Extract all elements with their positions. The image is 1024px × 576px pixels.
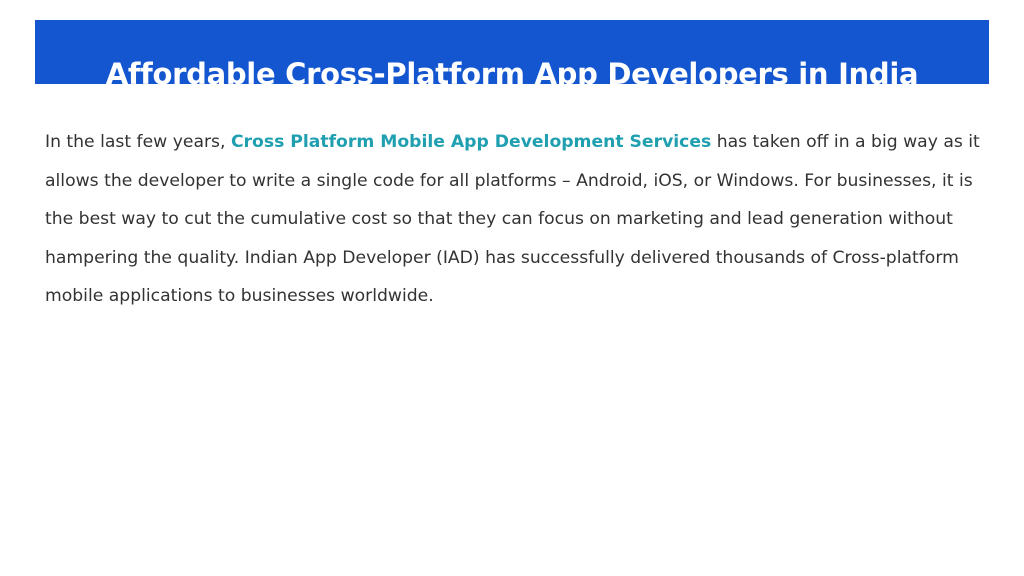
paragraph-body: has taken off in a big way as it allows … xyxy=(45,132,980,307)
slide-title: Affordable Cross-Platform App Developers… xyxy=(105,57,919,84)
paragraph-intro: In the last few years, xyxy=(45,132,231,152)
title-banner: Affordable Cross-Platform App Developers… xyxy=(35,20,989,84)
body-paragraph: In the last few years, Cross Platform Mo… xyxy=(45,123,985,316)
service-highlight-link[interactable]: Cross Platform Mobile App Development Se… xyxy=(231,132,711,152)
